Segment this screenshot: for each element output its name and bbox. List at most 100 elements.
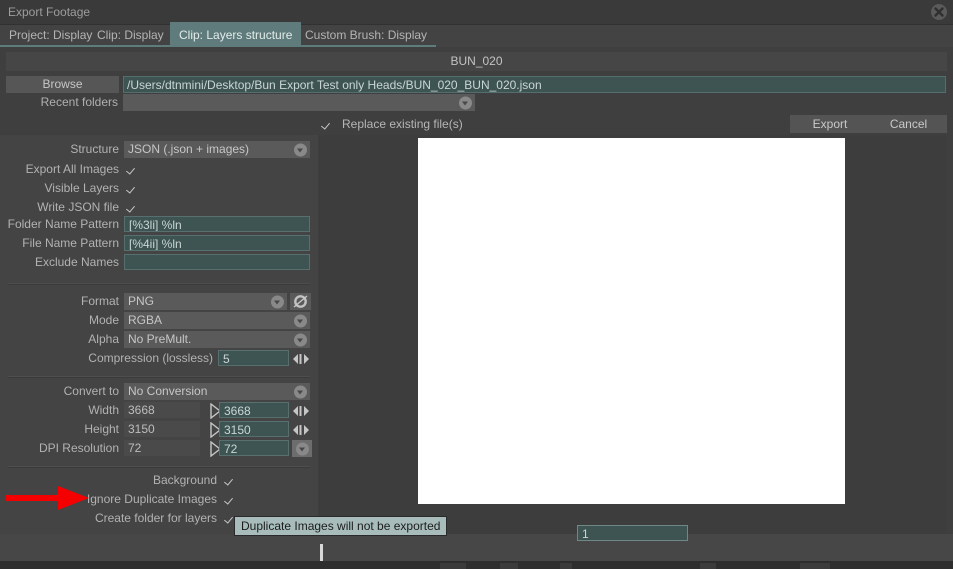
visible-layers-row: Visible Layers (0, 180, 318, 198)
mode-dropdown[interactable]: RGBA (124, 312, 310, 329)
dpi-input[interactable]: 72 (219, 440, 289, 456)
tab-clip-layers-structure[interactable]: Clip: Layers structure (170, 22, 302, 47)
export-path-input[interactable]: /Users/dtnmini/Desktop/Bun Export Test o… (123, 76, 946, 93)
replace-existing-checkbox[interactable] (322, 118, 334, 130)
dpi-row: DPI Resolution 72 72 (0, 440, 318, 458)
export-all-images-label: Export All Images (25, 162, 119, 176)
write-json-row: Write JSON file (0, 199, 318, 217)
width-source-value: 3668 (124, 402, 200, 418)
format-settings-gear-icon[interactable] (290, 293, 311, 310)
tab-project-display[interactable]: Project: Display (0, 25, 102, 47)
title-bar: Export Footage (0, 0, 953, 25)
height-label: Height (84, 422, 119, 436)
ignore-duplicate-images-row: Ignore Duplicate Images (0, 491, 318, 509)
clip-name-title: BUN_020 (6, 52, 947, 71)
structure-row: Structure JSON (.json + images) (0, 141, 318, 159)
close-icon[interactable] (931, 4, 947, 20)
background-label: Background (152, 473, 217, 487)
background-app-strip (0, 563, 953, 569)
format-label: Format (80, 294, 119, 308)
tab-clip-display[interactable]: Clip: Display (88, 25, 173, 47)
playhead-marker[interactable] (320, 544, 323, 561)
replace-existing-label: Replace existing file(s) (342, 117, 463, 131)
preview-side-panel (845, 138, 945, 504)
ignore-duplicate-images-checkbox[interactable] (225, 493, 237, 505)
write-json-file-checkbox[interactable] (127, 201, 139, 213)
convert-to-row: Convert to No Conversion (0, 383, 318, 401)
export-header: BUN_020 Browse /Users/dtnmini/Desktop/Bu… (0, 47, 953, 135)
format-dropdown[interactable]: PNG (124, 293, 287, 310)
width-input[interactable]: 3668 (219, 402, 289, 418)
chevron-down-icon (459, 96, 472, 109)
divider (8, 376, 310, 378)
tab-bar: Project: Display Clip: Display Clip: Lay… (0, 22, 953, 47)
structure-dropdown[interactable]: JSON (.json + images) (124, 141, 310, 158)
width-row: Width 3668 3668 (0, 402, 318, 420)
compression-row: Compression (lossless) 5 (0, 350, 318, 368)
recent-folders-dropdown[interactable] (123, 94, 475, 111)
file-name-pattern-input[interactable]: [%4ii] %ln (124, 235, 310, 251)
height-source-value: 3150 (124, 421, 200, 437)
format-row: Format PNG (0, 293, 318, 311)
export-all-images-checkbox[interactable] (127, 163, 139, 175)
layer-export-settings-panel: Structure JSON (.json + images) Export A… (0, 135, 318, 563)
alpha-dropdown[interactable]: No PreMult. (124, 331, 310, 348)
arrow-right-icon (201, 422, 221, 438)
height-row: Height 3150 3150 (0, 421, 318, 439)
chevron-down-icon (294, 333, 307, 346)
window-title: Export Footage (8, 5, 91, 19)
bottom-bar (0, 534, 953, 561)
mode-row: Mode RGBA (0, 312, 318, 330)
divider (8, 466, 310, 468)
ignore-duplicate-images-label: Ignore Duplicate Images (86, 492, 217, 506)
file-pattern-row: File Name Pattern [%4ii] %ln (0, 235, 318, 253)
browse-button[interactable]: Browse (6, 76, 119, 93)
compression-input[interactable]: 5 (218, 350, 289, 366)
export-all-images-row: Export All Images (0, 161, 318, 179)
tab-custom-brush-display[interactable]: Custom Brush: Display (296, 25, 437, 47)
preview-canvas (418, 138, 845, 504)
exclude-names-label: Exclude Names (34, 255, 119, 269)
visible-layers-checkbox[interactable] (127, 182, 139, 194)
convert-to-label: Convert to (63, 384, 119, 398)
dpi-dropdown[interactable] (292, 440, 312, 457)
create-folder-for-layers-label: Create folder for layers (94, 511, 217, 525)
export-footage-dialog: Export Footage Project: Display Clip: Di… (0, 0, 953, 569)
width-stepper[interactable] (293, 405, 309, 416)
structure-label: Structure (70, 142, 119, 156)
divider (8, 283, 310, 285)
visible-layers-label: Visible Layers (44, 181, 119, 195)
compression-stepper[interactable] (293, 353, 309, 364)
background-row: Background (0, 472, 318, 490)
alpha-row: Alpha No PreMult. (0, 331, 318, 349)
compression-label: Compression (lossless) (88, 351, 213, 365)
frame-number-input[interactable]: 1 (577, 525, 688, 541)
background-checkbox[interactable] (225, 474, 237, 486)
height-stepper[interactable] (293, 424, 309, 435)
file-name-pattern-label: File Name Pattern (22, 236, 119, 250)
mode-label: Mode (88, 313, 119, 327)
alpha-label: Alpha (88, 332, 119, 346)
chevron-down-icon (296, 442, 309, 455)
exclude-names-input[interactable] (124, 254, 310, 270)
exclude-names-row: Exclude Names (0, 254, 318, 272)
dpi-source-value: 72 (124, 440, 200, 456)
arrow-right-icon (201, 403, 221, 419)
height-input[interactable]: 3150 (219, 421, 289, 437)
write-json-file-label: Write JSON file (37, 200, 119, 214)
chevron-down-icon (294, 385, 307, 398)
folder-pattern-row: Folder Name Pattern [%3li] %ln (0, 216, 318, 234)
folder-name-pattern-input[interactable]: [%3li] %ln (124, 216, 310, 232)
width-label: Width (88, 403, 119, 417)
convert-to-dropdown[interactable]: No Conversion (124, 383, 310, 400)
export-button[interactable]: Export (790, 115, 870, 133)
chevron-down-icon (294, 314, 307, 327)
replace-existing-row: Replace existing file(s) Export Cancel (0, 115, 953, 135)
tooltip: Duplicate Images will not be exported (234, 516, 448, 536)
recent-folders-label: Recent folders (40, 95, 118, 109)
cancel-button[interactable]: Cancel (870, 115, 947, 133)
chevron-down-icon (294, 143, 307, 156)
arrow-right-icon (201, 441, 221, 457)
chevron-down-icon (271, 295, 284, 308)
folder-name-pattern-label: Folder Name Pattern (7, 217, 119, 231)
